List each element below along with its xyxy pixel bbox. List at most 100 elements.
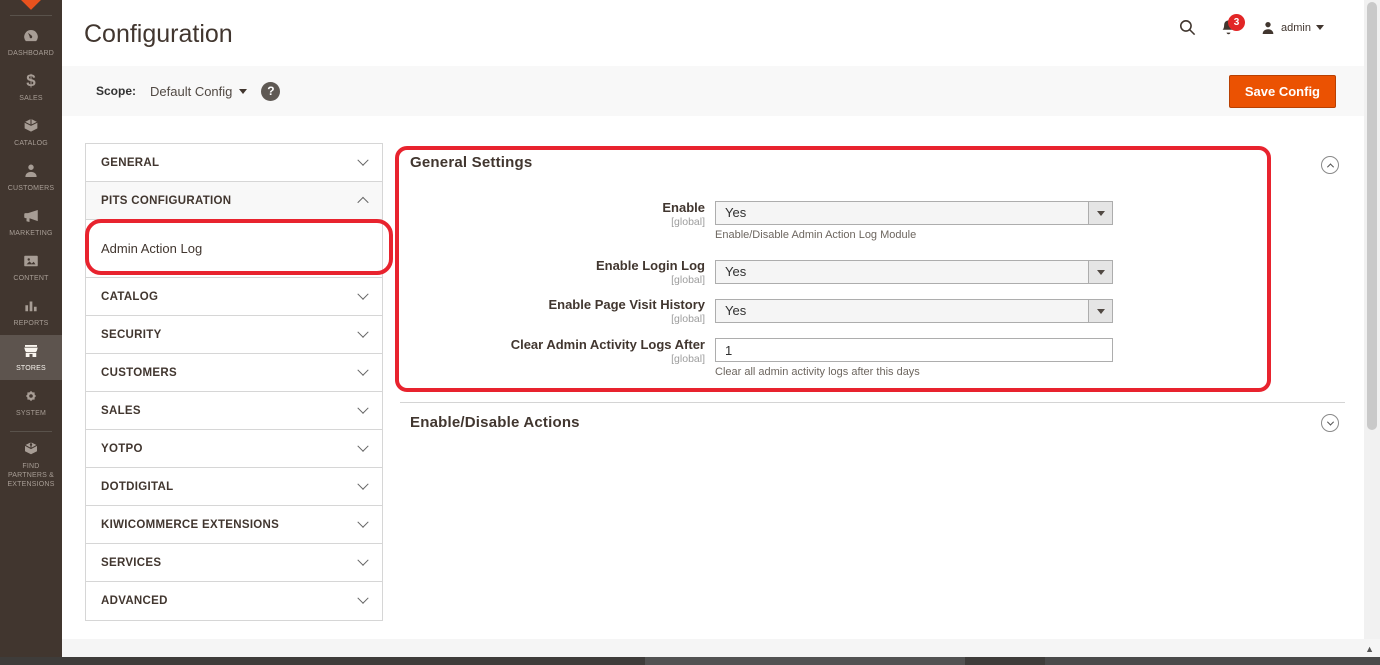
enable-login-log-select[interactable]: Yes — [715, 260, 1113, 284]
section-title-general-settings: General Settings — [410, 154, 532, 171]
expand-section-button[interactable] — [1321, 414, 1339, 432]
sidebar-item-system[interactable]: SYSTEM — [0, 380, 62, 425]
config-nav-general[interactable]: GENERAL — [86, 144, 382, 182]
chevron-down-icon — [357, 554, 368, 565]
sidebar-item-label: CONTENT — [13, 274, 48, 283]
nav-section-label: SECURITY — [101, 329, 162, 341]
nav-section-label: YOTPO — [101, 443, 143, 455]
footer-strip — [62, 639, 1380, 657]
nav-child-label: Admin Action Log — [101, 241, 202, 256]
scope-value: Default Config — [150, 84, 232, 99]
catalog-icon — [22, 116, 40, 136]
config-nav-admin-action-log[interactable]: Admin Action Log — [86, 220, 382, 278]
scope-label: Scope: — [96, 84, 136, 98]
chevron-down-icon — [357, 516, 368, 527]
system-icon — [22, 386, 40, 406]
nav-section-label: CUSTOMERS — [101, 367, 177, 379]
clear-admin-activity-logs-input[interactable] — [715, 338, 1113, 362]
field-label-clear-admin-activity-logs-after: Clear Admin Activity Logs After [global] — [400, 338, 705, 365]
config-nav-dotdigital[interactable]: DOTDIGITAL — [86, 468, 382, 506]
config-nav-yotpo[interactable]: YOTPO — [86, 430, 382, 468]
vertical-scrollbar-thumb[interactable] — [1367, 2, 1377, 430]
nav-section-label: SALES — [101, 405, 141, 417]
chevron-down-icon — [357, 154, 368, 165]
notification-count-badge: 3 — [1228, 14, 1245, 31]
config-nav-services[interactable]: SERVICES — [86, 544, 382, 582]
help-icon[interactable]: ? — [261, 82, 280, 101]
config-nav: GENERAL PITS CONFIGURATION Admin Action … — [85, 143, 383, 621]
magento-logo[interactable] — [0, 0, 62, 16]
collapse-section-button[interactable] — [1321, 156, 1339, 174]
admin-username: admin — [1281, 22, 1311, 34]
field-label-enable-login-log: Enable Login Log [global] — [400, 259, 705, 286]
chevron-down-icon — [1326, 418, 1333, 425]
chevron-down-icon[interactable] — [1088, 300, 1112, 322]
select-value: Yes — [716, 261, 1088, 283]
config-nav-customers[interactable]: CUSTOMERS — [86, 354, 382, 392]
sidebar-item-label: CATALOG — [14, 139, 48, 148]
sidebar-item-label: MARKETING — [9, 229, 52, 238]
chevron-down-icon — [1316, 25, 1324, 30]
sidebar-item-customers[interactable]: CUSTOMERS — [0, 155, 62, 200]
divider — [10, 15, 52, 16]
config-nav-advanced[interactable]: ADVANCED — [86, 582, 382, 620]
chevron-up-icon — [1326, 163, 1333, 170]
config-nav-kiwicommerce-extensions[interactable]: KIWICOMMERCE EXTENSIONS — [86, 506, 382, 544]
divider — [400, 402, 1345, 403]
scope-switcher[interactable]: Default Config — [150, 84, 247, 99]
nav-section-label: CATALOG — [101, 291, 158, 303]
sidebar-item-catalog[interactable]: CATALOG — [0, 110, 62, 155]
nav-section-label: KIWICOMMERCE EXTENSIONS — [101, 519, 279, 531]
config-nav-pits-configuration[interactable]: PITS CONFIGURATION — [86, 182, 382, 220]
sales-icon: $ — [26, 71, 35, 91]
field-label-enable: Enable [global] — [400, 201, 705, 228]
section-title-enable-disable-actions: Enable/Disable Actions — [410, 414, 580, 431]
config-nav-security[interactable]: SECURITY — [86, 316, 382, 354]
select-value: Yes — [716, 300, 1088, 322]
save-config-button[interactable]: Save Config — [1229, 75, 1336, 108]
dashboard-icon — [22, 26, 40, 46]
chevron-down-icon — [357, 593, 368, 604]
nav-section-label: GENERAL — [101, 157, 159, 169]
nav-section-label: DOTDIGITAL — [101, 481, 173, 493]
sidebar-item-dashboard[interactable]: DASHBOARD — [0, 20, 62, 65]
field-hint: Clear all admin activity logs after this… — [715, 366, 920, 378]
chevron-down-icon — [357, 364, 368, 375]
config-nav-catalog[interactable]: CATALOG — [86, 278, 382, 316]
chevron-up-icon — [357, 196, 368, 207]
select-value: Yes — [716, 202, 1088, 224]
sidebar-item-label: FIND PARTNERS & EXTENSIONS — [2, 462, 60, 489]
chevron-down-icon — [357, 288, 368, 299]
sidebar-item-label: DASHBOARD — [8, 49, 54, 58]
sidebar-item-find-partners[interactable]: FIND PARTNERS & EXTENSIONS — [0, 438, 62, 490]
sidebar-item-reports[interactable]: REPORTS — [0, 290, 62, 335]
chevron-down-icon — [357, 478, 368, 489]
app-sidebar: DASHBOARD $ SALES CATALOG CUSTOMERS MARK… — [0, 0, 62, 657]
marketing-icon — [22, 206, 40, 226]
admin-account-menu[interactable]: admin — [1260, 20, 1324, 36]
chevron-down-icon — [357, 440, 368, 451]
scroll-up-arrow-icon[interactable]: ▲ — [1365, 644, 1374, 654]
notifications-bell-icon[interactable]: 3 — [1219, 18, 1238, 37]
field-label-enable-page-visit-history: Enable Page Visit History [global] — [400, 298, 705, 325]
chevron-down-icon[interactable] — [1088, 261, 1112, 283]
customers-icon — [22, 161, 40, 181]
page-header: Configuration 3 admin — [62, 0, 1364, 66]
sidebar-item-sales[interactable]: $ SALES — [0, 65, 62, 110]
sidebar-item-stores[interactable]: STORES — [0, 335, 62, 380]
sidebar-item-content[interactable]: CONTENT — [0, 245, 62, 290]
sidebar-item-marketing[interactable]: MARKETING — [0, 200, 62, 245]
stores-icon — [22, 341, 40, 361]
chevron-down-icon — [239, 89, 247, 94]
scope-toolbar: Scope: Default Config ? Save Config — [62, 66, 1364, 116]
config-nav-sales[interactable]: SALES — [86, 392, 382, 430]
divider — [10, 431, 52, 432]
vertical-scrollbar[interactable] — [1364, 0, 1380, 657]
enable-page-visit-history-select[interactable]: Yes — [715, 299, 1113, 323]
partners-icon — [22, 439, 40, 459]
search-icon[interactable] — [1178, 18, 1197, 37]
chevron-down-icon[interactable] — [1088, 202, 1112, 224]
enable-select[interactable]: Yes — [715, 201, 1113, 225]
page-title: Configuration — [84, 20, 233, 49]
chevron-down-icon — [357, 326, 368, 337]
